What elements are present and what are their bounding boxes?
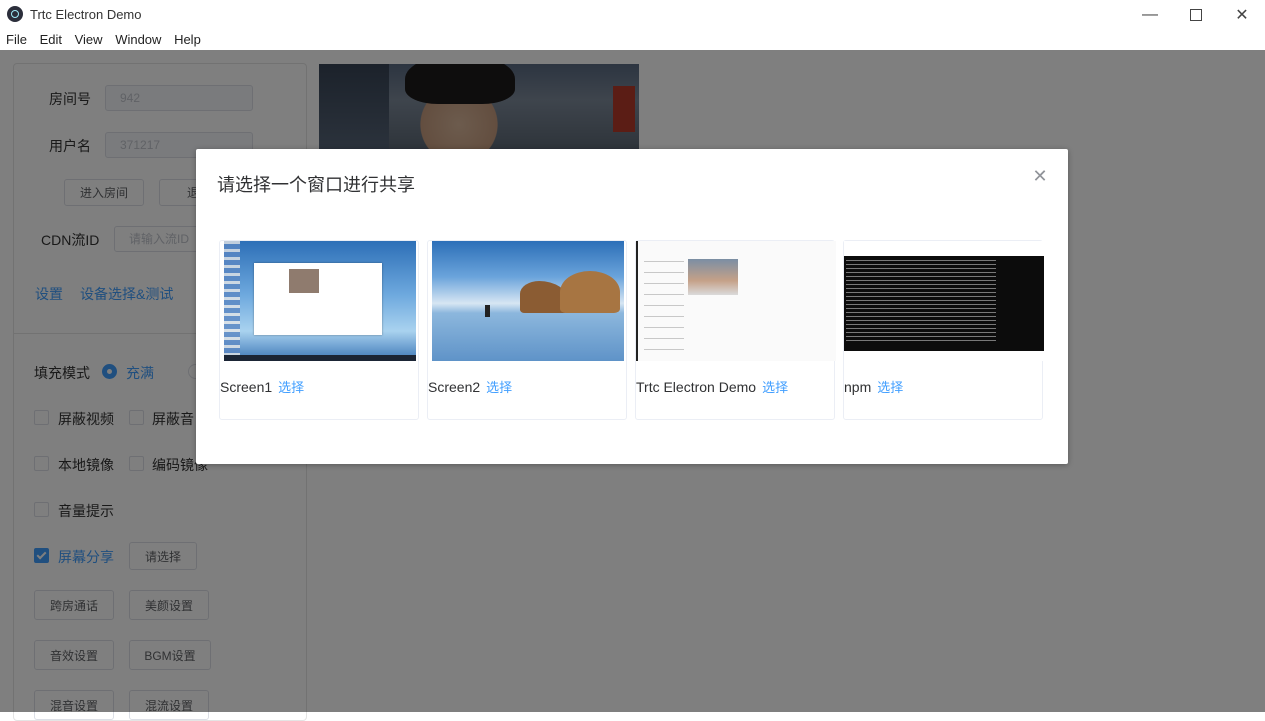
select-link[interactable]: 选择 xyxy=(877,380,903,395)
select-link[interactable]: 选择 xyxy=(486,380,512,395)
close-icon[interactable]: ✕ xyxy=(1032,167,1048,185)
close-window-button[interactable]: ✕ xyxy=(1219,0,1265,29)
menu-help[interactable]: Help xyxy=(174,29,201,51)
menu-file[interactable]: File xyxy=(6,29,27,51)
window-title: Trtc Electron Demo xyxy=(30,7,142,22)
source-thumbnail xyxy=(432,241,624,361)
select-link[interactable]: 选择 xyxy=(278,380,304,395)
source-name: npm xyxy=(844,379,872,395)
source-thumbnail xyxy=(844,241,1044,361)
source-card-npm[interactable]: npm 选择 xyxy=(843,240,1044,420)
source-name: Screen2 xyxy=(428,379,481,395)
source-thumbnail xyxy=(224,241,416,361)
share-window-dialog: 请选择一个窗口进行共享 ✕ Screen1 选择 Screen2 选择 Trtc E… xyxy=(196,149,1068,464)
source-card-trtc-demo[interactable]: Trtc Electron Demo 选择 xyxy=(635,240,836,420)
menu-bar: File Edit View Window Help xyxy=(0,29,1265,51)
source-card-screen1[interactable]: Screen1 选择 xyxy=(219,240,419,420)
source-card-screen2[interactable]: Screen2 选择 xyxy=(427,240,627,420)
source-name: Screen1 xyxy=(220,379,273,395)
maximize-icon xyxy=(1190,8,1202,21)
menu-view[interactable]: View xyxy=(75,29,103,51)
source-name: Trtc Electron Demo xyxy=(636,379,757,395)
electron-app-icon xyxy=(7,6,23,22)
select-link[interactable]: 选择 xyxy=(762,380,788,395)
title-bar: Trtc Electron Demo — ✕ xyxy=(0,0,1265,29)
menu-edit[interactable]: Edit xyxy=(40,29,62,51)
source-thumbnail xyxy=(636,241,836,361)
minimize-button[interactable]: — xyxy=(1127,0,1173,29)
menu-window[interactable]: Window xyxy=(115,29,161,51)
maximize-button[interactable] xyxy=(1173,0,1219,29)
dialog-title: 请选择一个窗口进行共享 xyxy=(217,175,415,195)
